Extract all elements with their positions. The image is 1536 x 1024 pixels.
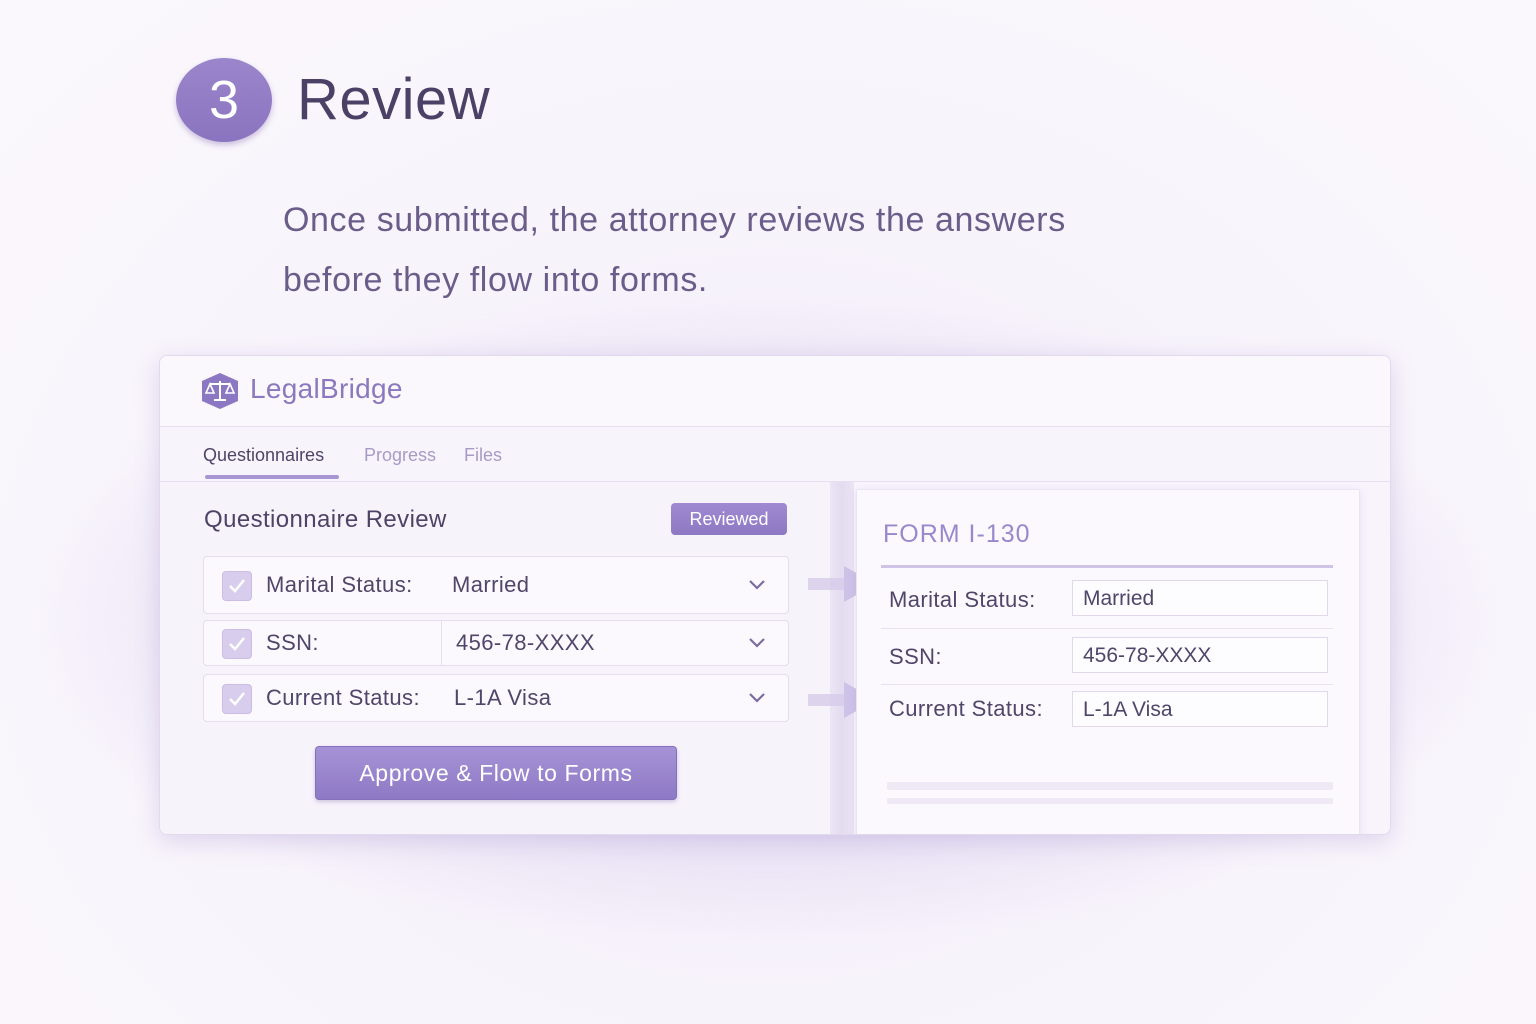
form-i130-panel: FORM I-130 Marital Status: Married SSN: … [856,489,1360,834]
step-title: Review [297,67,491,132]
form-row-separator [881,684,1333,685]
chevron-down-icon[interactable] [748,692,766,704]
tab-bar: Questionnaires Progress Files [160,427,1390,482]
placeholder-line [887,798,1333,804]
form-row-separator [881,628,1333,629]
form-field-label: Marital Status: [889,587,1036,612]
row-label: SSN: [266,630,319,655]
field-divider [441,621,442,665]
review-title: Questionnaire Review [204,506,447,533]
row-value: L-1A Visa [454,685,552,710]
row-label: Current Status: [266,685,420,710]
tab-questionnaires[interactable]: Questionnaires [203,445,324,466]
row-value: 456-78-XXXX [456,630,595,655]
step-number-badge: 3 [176,58,272,142]
app-window: LegalBridge Questionnaires Progress File… [159,355,1391,835]
review-row-marital-status[interactable]: Marital Status: Married [203,556,789,614]
intro-line-1: Once submitted, the attorney reviews the… [283,201,1066,239]
review-row-ssn[interactable]: SSN: 456-78-XXXX [203,620,789,666]
row-label: Marital Status: [266,572,413,597]
review-row-current-status[interactable]: Current Status: L-1A Visa [203,674,789,722]
brand-name: LegalBridge [250,373,403,404]
checkmark-icon [229,637,245,651]
app-header: LegalBridge [160,356,1390,427]
tab-progress[interactable]: Progress [364,445,436,466]
form-field-ssn[interactable]: 456-78-XXXX [1072,637,1328,673]
approve-flow-button[interactable]: Approve & Flow to Forms [315,746,677,800]
row-checkbox[interactable] [222,629,252,659]
pane-divider [830,482,854,834]
tab-files[interactable]: Files [464,445,502,466]
intro-text: Once submitted, the attorney reviews the… [283,190,1183,310]
checkmark-icon [229,692,245,706]
form-title-rule [881,565,1333,568]
active-tab-indicator [205,475,339,479]
scales-logo-icon [202,373,238,409]
chevron-down-icon[interactable] [748,637,766,649]
intro-line-2: before they flow into forms. [283,261,708,299]
form-title: FORM I-130 [883,520,1031,548]
row-checkbox[interactable] [222,571,252,601]
row-checkbox[interactable] [222,684,252,714]
row-value: Married [452,572,530,597]
form-field-label: SSN: [889,644,942,669]
reviewed-status-badge: Reviewed [671,503,787,535]
questionnaire-review-panel: Questionnaire Review Reviewed Marital St… [160,482,830,834]
checkmark-icon [229,579,245,593]
form-field-current-status[interactable]: L-1A Visa [1072,691,1328,727]
form-field-label: Current Status: [889,696,1043,721]
chevron-down-icon[interactable] [748,579,766,591]
placeholder-line [887,782,1333,790]
form-field-marital-status[interactable]: Married [1072,580,1328,616]
